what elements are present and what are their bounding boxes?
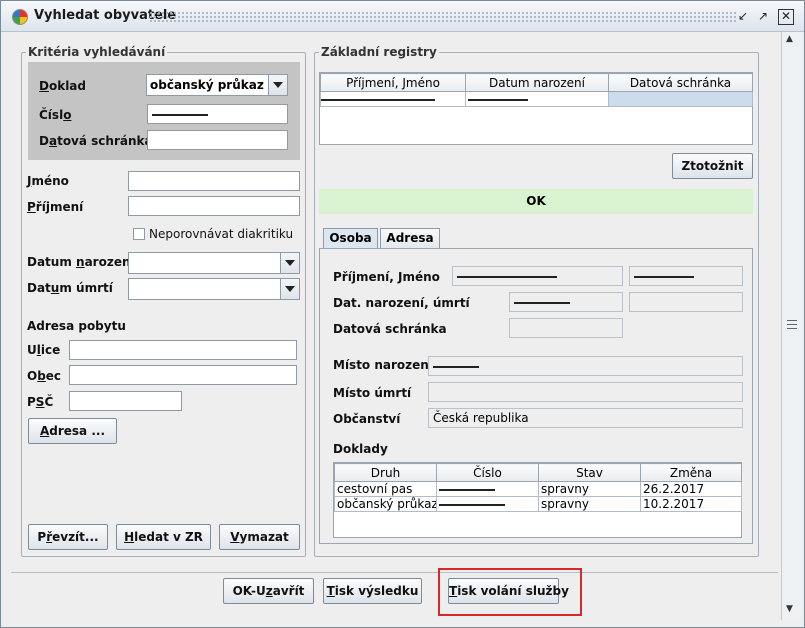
cislo-redacted xyxy=(152,113,208,116)
doklady-col-zmena[interactable]: Změna xyxy=(640,463,742,482)
restore-icon[interactable]: ↗ xyxy=(755,9,771,25)
obcanstvi-label: Občanství xyxy=(333,412,401,426)
doklad-druh-cell[interactable]: cestovní pas xyxy=(334,481,437,497)
col-header-box[interactable]: Datová schránka xyxy=(608,73,753,92)
doklad-druh-cell[interactable]: občanský průkaz xyxy=(334,496,437,512)
col-header-name[interactable]: Příjmení, Jméno xyxy=(320,73,466,92)
datum-umrti-label: Datum úmrtí xyxy=(27,281,113,295)
registry-legend: Základní registry xyxy=(321,45,437,59)
jmeno-input[interactable] xyxy=(128,171,300,191)
diakritika-checkbox[interactable] xyxy=(133,228,145,240)
datova-schranka-input[interactable] xyxy=(147,130,288,150)
doklad-zmena-cell[interactable]: 26.2.2017 xyxy=(640,481,742,497)
doklad-label: Doklad xyxy=(39,79,86,93)
doklad-cislo-cell[interactable] xyxy=(436,481,539,497)
misto-narozeni-redacted xyxy=(433,365,479,368)
jmeno-redacted xyxy=(634,275,694,278)
scroll-grip-icon[interactable] xyxy=(787,320,797,329)
misto-narozeni-label: Místo narození xyxy=(333,358,433,372)
tisk-vysledku-button[interactable]: Tisk výsledku xyxy=(323,578,422,604)
doklad-select[interactable]: občanský průkaz xyxy=(146,74,288,96)
registry-results-table[interactable]: Příjmení, Jméno Datum narození Datová sc… xyxy=(319,72,753,145)
doklad-stav-cell[interactable]: spravny xyxy=(538,496,641,512)
doklad-stav-cell[interactable]: spravny xyxy=(538,481,641,497)
tab-osoba[interactable]: Osoba xyxy=(323,228,378,249)
obcanstvi-value: Česká republika xyxy=(428,408,743,428)
scroll-down-icon[interactable]: ▼ xyxy=(786,604,793,614)
scroll-up-icon[interactable]: ▲ xyxy=(786,34,793,44)
person-datova-schranka-value xyxy=(509,318,623,338)
ulice-input[interactable] xyxy=(69,340,297,360)
minimize-icon[interactable]: ↙ xyxy=(735,9,751,25)
name-redacted xyxy=(321,98,435,101)
misto-umrti-value xyxy=(428,382,743,402)
obec-label: Obec xyxy=(27,369,62,383)
datum-narozeni-select[interactable] xyxy=(128,252,300,274)
doklady-table[interactable]: Druh Číslo Stav Změna cestovní pas sprav… xyxy=(333,462,742,538)
ok-close-button[interactable]: OK-Uzavřít xyxy=(223,578,314,604)
result-name-cell[interactable] xyxy=(320,91,466,107)
dialog-window: Vyhledat obyvatele ↙ ↗ ✕ ▲ ▼ Kritéria vy… xyxy=(0,0,805,628)
doklady-col-stav[interactable]: Stav xyxy=(538,463,641,482)
datum-narozeni-label: Datum narození xyxy=(27,255,135,269)
psc-label: PSČ xyxy=(27,395,54,409)
obec-input[interactable] xyxy=(69,365,297,385)
vymazat-button[interactable]: Vymazat xyxy=(219,524,300,550)
prijmeni-redacted xyxy=(457,275,557,278)
misto-narozeni-value xyxy=(428,356,743,376)
jmeno-label: Jméno xyxy=(27,174,69,188)
criteria-legend: Kritéria vyhledávání xyxy=(28,45,166,59)
adresa-button[interactable]: Adresa ... xyxy=(28,418,117,444)
doklad-cislo-redacted xyxy=(439,503,505,506)
doklad-cislo-redacted xyxy=(439,488,495,491)
jmeno-value xyxy=(629,266,743,286)
highlight-box xyxy=(438,568,582,616)
chevron-down-icon[interactable] xyxy=(280,279,299,299)
prevzit-button[interactable]: Převzít... xyxy=(28,524,108,550)
table-row[interactable]: cestovní pas spravny 26.2.2017 xyxy=(334,481,742,497)
table-row[interactable]: občanský průkaz spravny 10.2.2017 xyxy=(334,496,742,512)
ztotoznit-button[interactable]: Ztotožnit xyxy=(672,153,753,179)
prijmeni-value xyxy=(452,266,623,286)
col-header-birth[interactable]: Datum narození xyxy=(465,73,609,92)
title-bar-drag-area[interactable] xyxy=(149,11,738,23)
title-bar[interactable]: Vyhledat obyvatele ↙ ↗ ✕ xyxy=(1,1,804,32)
datova-schranka-label: Datová schránka xyxy=(39,134,153,148)
prijmeni-input[interactable] xyxy=(128,196,300,216)
diakritika-label[interactable]: Neporovnávat diakritiku xyxy=(149,227,293,241)
datum-umrti-select[interactable] xyxy=(128,278,300,300)
doklad-zmena-cell[interactable]: 10.2.2017 xyxy=(640,496,742,512)
ulice-label: Ulice xyxy=(27,343,61,357)
result-birth-cell[interactable] xyxy=(465,91,609,107)
adresa-pobytu-heading: Adresa pobytu xyxy=(27,319,126,333)
vertical-scrollbar[interactable]: ▲ ▼ xyxy=(781,32,801,620)
umrti-value xyxy=(629,292,743,312)
birth-redacted xyxy=(468,98,528,101)
doklady-col-druh[interactable]: Druh xyxy=(334,463,437,482)
doklady-col-cislo[interactable]: Číslo xyxy=(436,463,539,482)
narozeni-redacted xyxy=(514,301,570,304)
prijmeni-jmeno-label: Příjmení, Jméno xyxy=(333,270,440,284)
doklad-cislo-cell[interactable] xyxy=(436,496,539,512)
app-icon xyxy=(12,9,28,25)
status-bar: OK xyxy=(319,189,753,214)
doklad-selected-value: občanský průkaz xyxy=(150,78,264,92)
narozeni-value xyxy=(509,292,623,312)
dat-narozeni-label: Dat. narození, úmrtí xyxy=(333,296,470,310)
cislo-label: Číslo xyxy=(39,108,72,122)
result-box-cell[interactable] xyxy=(608,91,753,107)
cislo-input[interactable] xyxy=(147,104,288,124)
psc-input[interactable] xyxy=(69,391,182,411)
table-row[interactable] xyxy=(320,91,753,107)
tab-adresa[interactable]: Adresa xyxy=(380,228,440,249)
close-icon[interactable]: ✕ xyxy=(778,9,794,25)
hledat-button[interactable]: Hledat v ZR xyxy=(116,524,211,550)
chevron-down-icon[interactable] xyxy=(268,75,287,95)
doklady-label: Doklady xyxy=(333,442,388,456)
person-datova-schranka-label: Datová schránka xyxy=(333,322,447,336)
misto-umrti-label: Místo úmrtí xyxy=(333,386,412,400)
prijmeni-label: Příjmení xyxy=(27,200,84,214)
chevron-down-icon[interactable] xyxy=(280,253,299,273)
